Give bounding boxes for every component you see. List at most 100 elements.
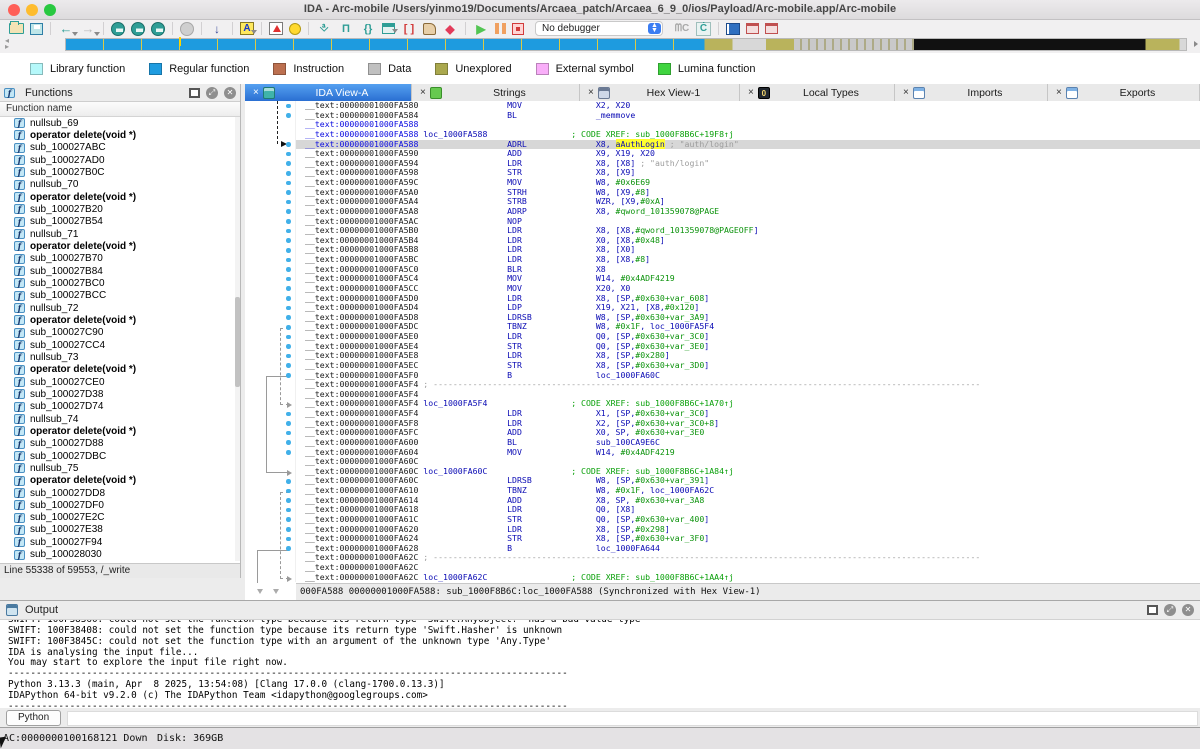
function-list-item[interactable]: fsub_100027CE0 bbox=[0, 376, 235, 388]
tab-close-icon[interactable]: × bbox=[748, 88, 754, 98]
ida-view-a[interactable]: __text:00000001000FA580 MOV X2, X20__tex… bbox=[245, 101, 1200, 583]
create-union-icon[interactable]: {} bbox=[360, 22, 376, 36]
functions-restore-icon[interactable] bbox=[189, 88, 200, 98]
tab-close-icon[interactable]: × bbox=[1056, 88, 1062, 98]
output-list-icon[interactable] bbox=[726, 23, 740, 35]
jump-address-icon[interactable]: ↓ bbox=[209, 22, 225, 36]
desktop-3-icon[interactable] bbox=[151, 22, 165, 36]
patch-hand-icon[interactable] bbox=[423, 23, 436, 35]
win-tab-icon bbox=[913, 87, 925, 99]
function-list-item[interactable]: fsub_100027DBC bbox=[0, 450, 235, 462]
function-list-item[interactable]: fsub_100027CC4 bbox=[0, 339, 235, 351]
function-list-item[interactable]: foperator delete(void *) bbox=[0, 425, 235, 437]
module-tree-2-icon[interactable] bbox=[765, 23, 778, 34]
text-options-icon[interactable]: A bbox=[240, 22, 254, 35]
function-list-item[interactable]: fsub_100027D88 bbox=[0, 438, 235, 450]
function-list-item[interactable]: fnullsub_75 bbox=[0, 462, 235, 474]
instruction-dot-icon bbox=[286, 267, 291, 272]
enum-grid-icon[interactable] bbox=[382, 23, 395, 34]
function-icon: f bbox=[14, 315, 25, 325]
function-list-item[interactable]: fsub_100027F94 bbox=[0, 536, 235, 548]
function-list-item[interactable]: fsub_100027AD0 bbox=[0, 154, 235, 166]
tab-close-icon[interactable]: × bbox=[420, 88, 426, 98]
navband-scroll-arrows-icon[interactable]: ◂▸ bbox=[5, 38, 9, 50]
function-list-item[interactable]: fnullsub_72 bbox=[0, 302, 235, 314]
function-list-item[interactable]: foperator delete(void *) bbox=[0, 314, 235, 326]
functions-close-icon[interactable]: ✕ bbox=[224, 87, 236, 99]
function-list-item[interactable]: fsub_100027D38 bbox=[0, 388, 235, 400]
breakpoint-brackets-icon[interactable]: [ ] bbox=[401, 22, 417, 36]
output-restore-icon[interactable] bbox=[1147, 605, 1158, 615]
function-list-item[interactable]: fsub_100027BC0 bbox=[0, 277, 235, 289]
asm-gutter bbox=[245, 149, 296, 159]
color-palette-icon[interactable] bbox=[269, 22, 283, 35]
function-list-item[interactable]: foperator delete(void *) bbox=[0, 475, 235, 487]
function-list-item[interactable]: foperator delete(void *) bbox=[0, 364, 235, 376]
output-log[interactable]: SWIFT: 100F38360: could not set the func… bbox=[0, 620, 1200, 708]
tab-hex-view-1[interactable]: ×Hex View-1 bbox=[580, 84, 740, 101]
debugger-select[interactable]: No debugger ▲▼ bbox=[535, 21, 663, 36]
desktop-disabled-icon[interactable] bbox=[180, 22, 194, 36]
asm-gutter bbox=[245, 428, 296, 438]
function-list-item[interactable]: fnullsub_71 bbox=[0, 228, 235, 240]
bookmark-dot-icon[interactable] bbox=[289, 23, 301, 35]
function-list-item[interactable]: fnullsub_69 bbox=[0, 117, 235, 129]
stop-process-icon[interactable] bbox=[512, 23, 524, 35]
run-debugger-icon[interactable]: ▶ bbox=[473, 22, 489, 36]
python-console-tab[interactable]: Python bbox=[6, 710, 61, 726]
tab-exports[interactable]: ×Exports bbox=[1048, 84, 1200, 101]
save-icon[interactable] bbox=[30, 23, 43, 35]
function-list-item[interactable]: fnullsub_73 bbox=[0, 351, 235, 363]
navband-resize-icon[interactable] bbox=[1194, 41, 1198, 47]
function-list-item[interactable]: foperator delete(void *) bbox=[0, 191, 235, 203]
tab-close-icon[interactable]: × bbox=[903, 88, 909, 98]
navigate-back-icon[interactable]: ← bbox=[58, 22, 74, 36]
function-list-item[interactable]: fsub_100027B84 bbox=[0, 265, 235, 277]
function-list-item[interactable]: fsub_100027B20 bbox=[0, 203, 235, 215]
function-list-item[interactable]: foperator delete(void *) bbox=[0, 129, 235, 141]
function-list-item[interactable]: fsub_100027D74 bbox=[0, 401, 235, 413]
desktop-2-icon[interactable] bbox=[131, 22, 145, 36]
create-segment-icon[interactable]: ⎀ bbox=[316, 22, 332, 36]
function-list-item[interactable]: fsub_100027C90 bbox=[0, 327, 235, 339]
function-list-item[interactable]: fsub_100027E38 bbox=[0, 524, 235, 536]
function-list-item[interactable]: fsub_100028030 bbox=[0, 548, 235, 560]
tab-close-icon[interactable]: × bbox=[588, 88, 594, 98]
module-tree-1-icon[interactable] bbox=[746, 23, 759, 34]
function-list-item[interactable]: fnullsub_70 bbox=[0, 179, 235, 191]
function-list-item[interactable]: fsub_100027B54 bbox=[0, 216, 235, 228]
tab-close-icon[interactable]: × bbox=[253, 88, 259, 98]
functions-column-header[interactable]: Function name bbox=[0, 102, 240, 117]
tab-imports[interactable]: ×Imports bbox=[895, 84, 1048, 101]
open-file-icon[interactable] bbox=[9, 23, 24, 34]
asm-line[interactable]: __text:00000001000FA62C loc_1000FA62C ; … bbox=[245, 573, 1200, 583]
output-detach-icon[interactable]: ⤢ bbox=[1164, 604, 1176, 616]
instruction-dot-icon bbox=[286, 286, 291, 291]
functions-scrollbar[interactable] bbox=[235, 117, 240, 561]
navigate-forward-icon[interactable]: → bbox=[80, 22, 96, 36]
output-close-icon[interactable]: ✕ bbox=[1182, 604, 1194, 616]
function-list-item[interactable]: fsub_100027ABC bbox=[0, 142, 235, 154]
function-list-item[interactable]: fsub_100027DF0 bbox=[0, 499, 235, 511]
functions-detach-icon[interactable]: ⤢ bbox=[206, 87, 218, 99]
desktop-1-icon[interactable] bbox=[111, 22, 125, 36]
create-struct-icon[interactable]: Π bbox=[338, 22, 354, 36]
source-c-disabled-icon[interactable]: ᗰC bbox=[674, 22, 690, 36]
tab-local-types[interactable]: ×0Local Types bbox=[740, 84, 895, 101]
tab-strings[interactable]: ×Strings bbox=[412, 84, 580, 101]
instruction-dot-icon bbox=[286, 325, 291, 330]
pause-process-icon[interactable] bbox=[495, 23, 506, 34]
function-list-item[interactable]: fsub_100027E2C bbox=[0, 512, 235, 524]
stop-diamond-icon[interactable]: ◆ bbox=[442, 22, 458, 36]
source-c-active-icon[interactable]: Ċ bbox=[696, 22, 711, 36]
functions-panel-title: Functions bbox=[25, 87, 183, 99]
function-list-item[interactable]: fsub_100027B70 bbox=[0, 253, 235, 265]
function-list-item[interactable]: fsub_100027BCC bbox=[0, 290, 235, 302]
function-list-item[interactable]: foperator delete(void *) bbox=[0, 240, 235, 252]
function-list-item[interactable]: fnullsub_74 bbox=[0, 413, 235, 425]
function-list-item[interactable]: fsub_100027DD8 bbox=[0, 487, 235, 499]
tab-ida-view-a[interactable]: ×IDA View-A bbox=[245, 84, 412, 101]
python-console-input[interactable] bbox=[67, 711, 1198, 726]
function-list-item[interactable]: fsub_100027B0C bbox=[0, 166, 235, 178]
navigation-band[interactable] bbox=[65, 38, 1187, 51]
